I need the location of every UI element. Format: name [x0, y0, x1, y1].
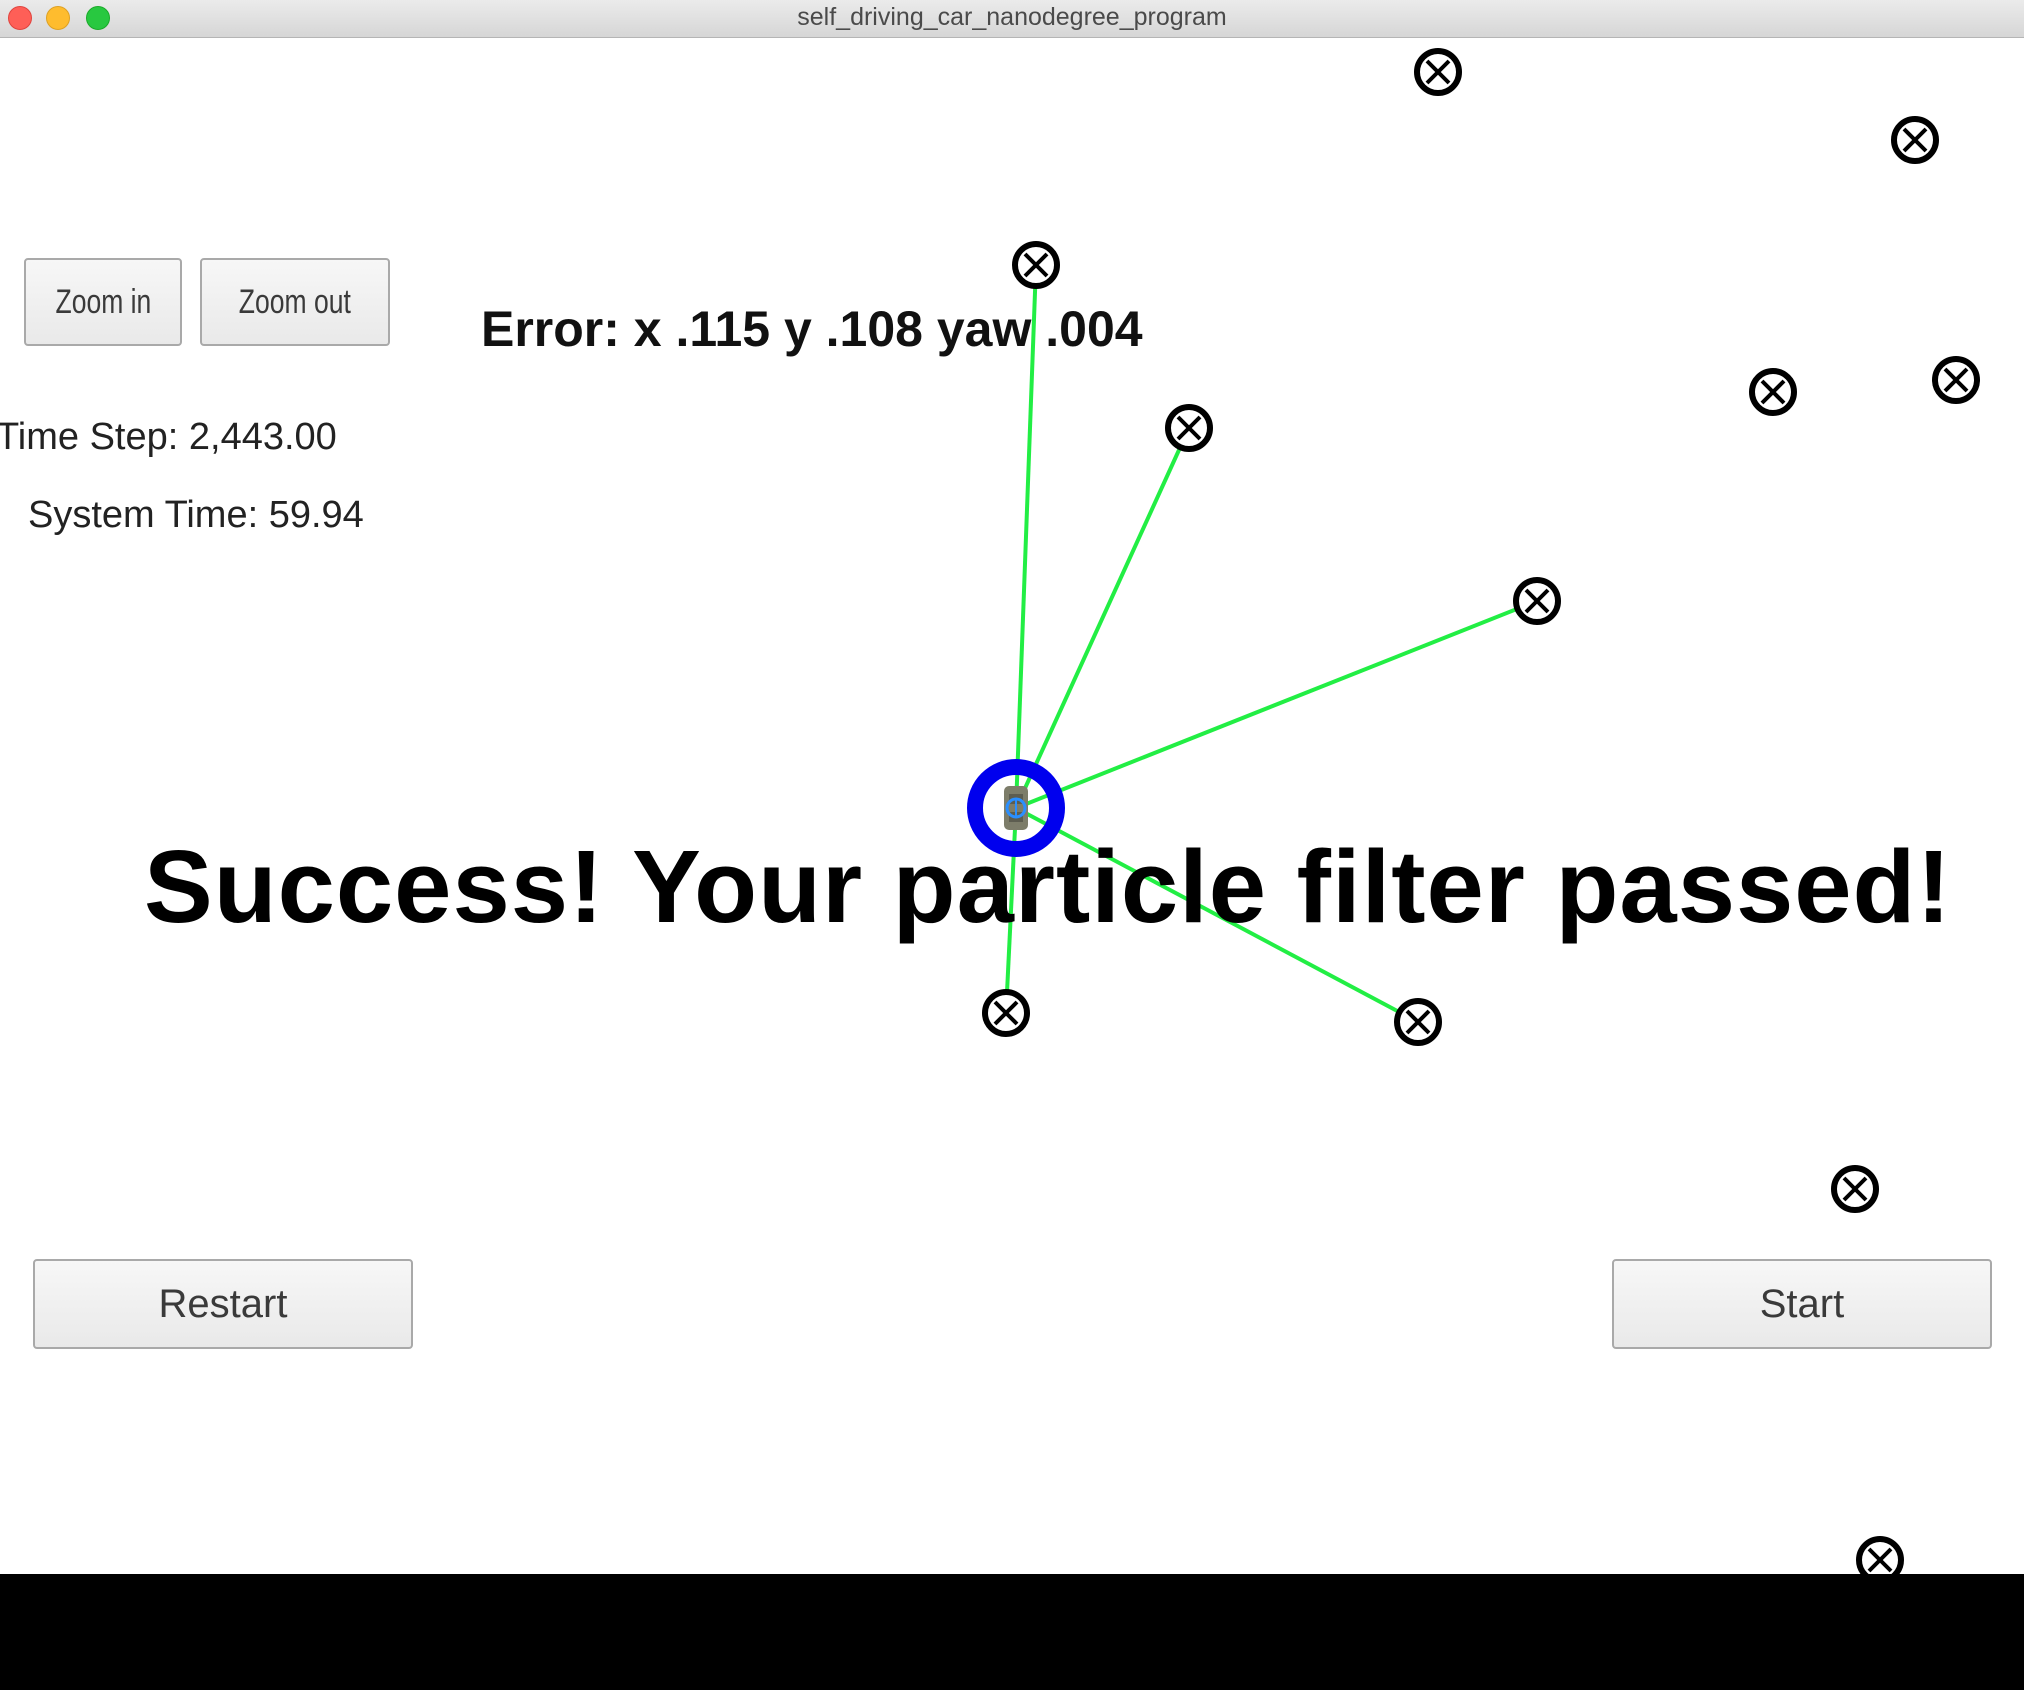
start-button[interactable]: Start [1612, 1259, 1992, 1349]
landmark-marker-icon [1932, 356, 1980, 404]
zoom-out-label: Zoom out [238, 283, 352, 321]
landmark-marker-icon [1831, 1165, 1879, 1213]
landmark-marker-icon [982, 989, 1030, 1037]
time-step-readout: Time Step: 2,443.00 [0, 416, 337, 458]
zoom-out-button[interactable]: Zoom out [200, 258, 390, 346]
landmark-marker-icon [1856, 1536, 1904, 1574]
landmark-marker-icon [1513, 577, 1561, 625]
zoom-in-button[interactable]: Zoom in [24, 258, 182, 346]
landmark-marker-icon [1165, 404, 1213, 452]
landmark-marker-icon [1414, 48, 1462, 96]
title-bar: self_driving_car_nanodegree_program [0, 0, 2024, 38]
restart-button[interactable]: Restart [33, 1259, 413, 1349]
simulator-window: self_driving_car_nanodegree_program Erro… [0, 0, 2024, 1690]
landmark-marker-icon [1749, 368, 1797, 416]
success-message: Success! Your particle filter passed! [144, 829, 1952, 944]
landmark-marker-icon [1394, 998, 1442, 1046]
window-title: self_driving_car_nanodegree_program [797, 3, 1227, 31]
simulator-viewport: Error: x .115 y .108 yaw .004 Zoom in Zo… [0, 38, 2024, 1574]
zoom-in-label: Zoom in [55, 283, 151, 321]
bottom-black-bar [0, 1574, 2024, 1690]
landmark-marker-icon [1891, 116, 1939, 164]
landmark-marker-icon [1012, 241, 1060, 289]
system-time-readout: System Time: 59.94 [28, 494, 364, 536]
error-readout: Error: x .115 y .108 yaw .004 [481, 301, 1143, 357]
